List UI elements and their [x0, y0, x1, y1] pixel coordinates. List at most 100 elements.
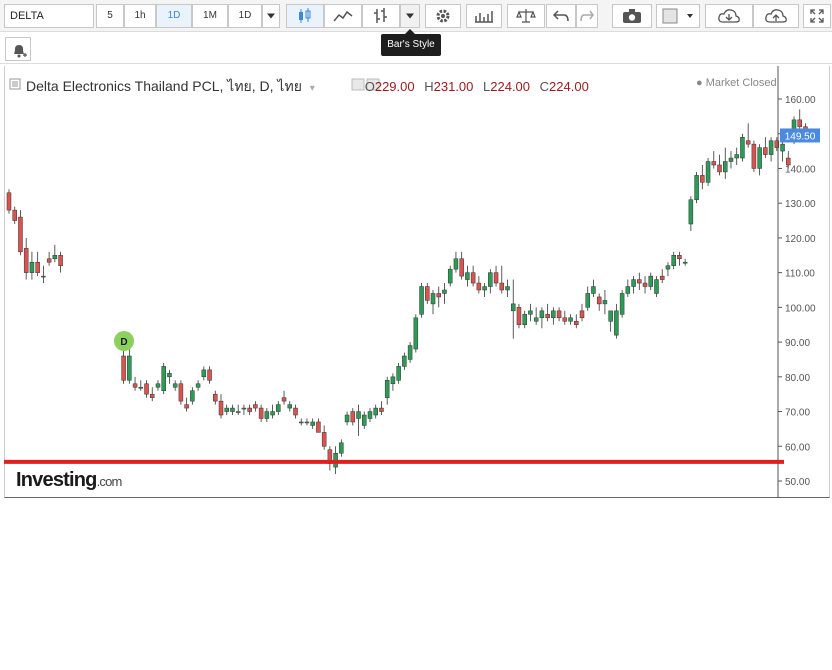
event-marker-label: D: [120, 337, 127, 348]
candle-body: [780, 143, 785, 152]
candle-body: [677, 255, 682, 259]
candle-body: [241, 407, 247, 410]
candle-body: [58, 255, 63, 266]
candle-body: [18, 216, 23, 253]
candle-body: [6, 192, 12, 211]
candle-body: [745, 140, 751, 145]
candle-body: [253, 404, 258, 409]
candle-body: [218, 400, 224, 416]
candle-body: [402, 355, 407, 367]
candle-body: [688, 199, 694, 225]
price-tick-label: 160.00: [785, 95, 816, 106]
candle-body: [258, 407, 264, 419]
candle-body: [413, 317, 419, 350]
candle-body: [659, 275, 665, 280]
price-tick-label: 80.00: [785, 373, 810, 384]
candle-body: [264, 411, 270, 419]
legend-title: Delta Electronics Thailand PCL, ไทย, D, …: [26, 78, 302, 94]
candle-body: [608, 310, 613, 322]
price-tick-label: 70.00: [785, 408, 810, 419]
candle-body: [247, 407, 252, 412]
candle-body: [682, 261, 688, 264]
candle-body: [367, 411, 373, 419]
price-tick-label: 130.00: [785, 199, 816, 210]
candle-body: [539, 310, 545, 319]
candle-body: [533, 317, 539, 322]
candle-body: [35, 261, 40, 273]
candle-body: [768, 140, 774, 155]
candle-body: [127, 355, 132, 381]
investing-logo: Investing.com: [16, 469, 122, 491]
price-tag: 149.50: [780, 128, 820, 143]
candle-body: [648, 275, 654, 287]
candle-body: [41, 275, 46, 278]
candle-body: [390, 376, 396, 385]
candle-body: [161, 366, 166, 391]
candle-body: [52, 255, 58, 259]
candle-body: [172, 383, 178, 388]
last-price-label: 149.50: [785, 131, 816, 142]
candlestick-chart: 160.00150.00140.00130.00120.00110.00100.…: [4, 66, 820, 498]
legend-dropdown-icon[interactable]: ▾: [310, 83, 315, 94]
candle-body: [711, 161, 717, 166]
candle-body: [396, 366, 401, 381]
candle-body: [642, 282, 648, 287]
candle-body: [442, 289, 447, 294]
candle-body: [321, 432, 327, 447]
candle-body: [339, 442, 344, 454]
candle-body: [556, 310, 562, 319]
price-tick-label: 110.00: [785, 269, 815, 280]
candle-body: [470, 272, 476, 284]
event-marker: D: [114, 331, 134, 351]
candle-body: [23, 248, 29, 273]
candle-body: [344, 414, 350, 423]
candle-body: [407, 345, 413, 360]
close-value: 224.00: [549, 79, 589, 94]
candle-body: [579, 310, 585, 319]
candle-body: [619, 293, 625, 315]
candle-body: [574, 321, 579, 325]
candle-body: [281, 397, 287, 402]
candle-body: [235, 411, 241, 413]
candle-body: [585, 293, 590, 308]
open-label: O: [364, 79, 375, 94]
candle-body: [671, 255, 676, 266]
candle-body: [178, 383, 184, 402]
candle-body: [700, 175, 705, 183]
candle-body: [522, 314, 527, 325]
candle-body: [717, 164, 722, 173]
candle-body: [797, 119, 802, 128]
candle-body: [224, 407, 229, 412]
candle-body: [596, 296, 602, 305]
candle-body: [287, 404, 293, 409]
candle-body: [12, 209, 17, 221]
candle-body: [213, 393, 218, 402]
candle-body: [505, 286, 510, 291]
candle-body: [304, 421, 310, 424]
candle-body: [298, 421, 304, 424]
candle-body: [705, 161, 711, 183]
svg-text:Investing.com: Investing.com: [16, 469, 122, 491]
candle-body: [150, 393, 155, 398]
candle-body: [132, 383, 138, 388]
candle-body: [614, 310, 619, 336]
candle-body: [453, 258, 459, 270]
candle-body: [447, 268, 453, 284]
candle-body: [499, 282, 505, 291]
price-tick-label: 140.00: [785, 164, 816, 175]
candle-body: [476, 282, 482, 291]
candle-body: [379, 407, 384, 412]
candle-body: [144, 383, 149, 395]
candle-body: [740, 136, 745, 159]
candle-body: [46, 258, 52, 263]
candle-body: [465, 272, 470, 280]
candle-body: [356, 411, 361, 419]
candle-body: [694, 175, 699, 200]
high-label: H: [424, 79, 434, 94]
candle-body: [276, 404, 281, 412]
candle-body: [419, 286, 424, 315]
market-status-label: Market Closed: [705, 77, 777, 89]
candle-body: [436, 293, 441, 298]
candle-body: [625, 286, 631, 294]
candle-body: [654, 279, 659, 294]
